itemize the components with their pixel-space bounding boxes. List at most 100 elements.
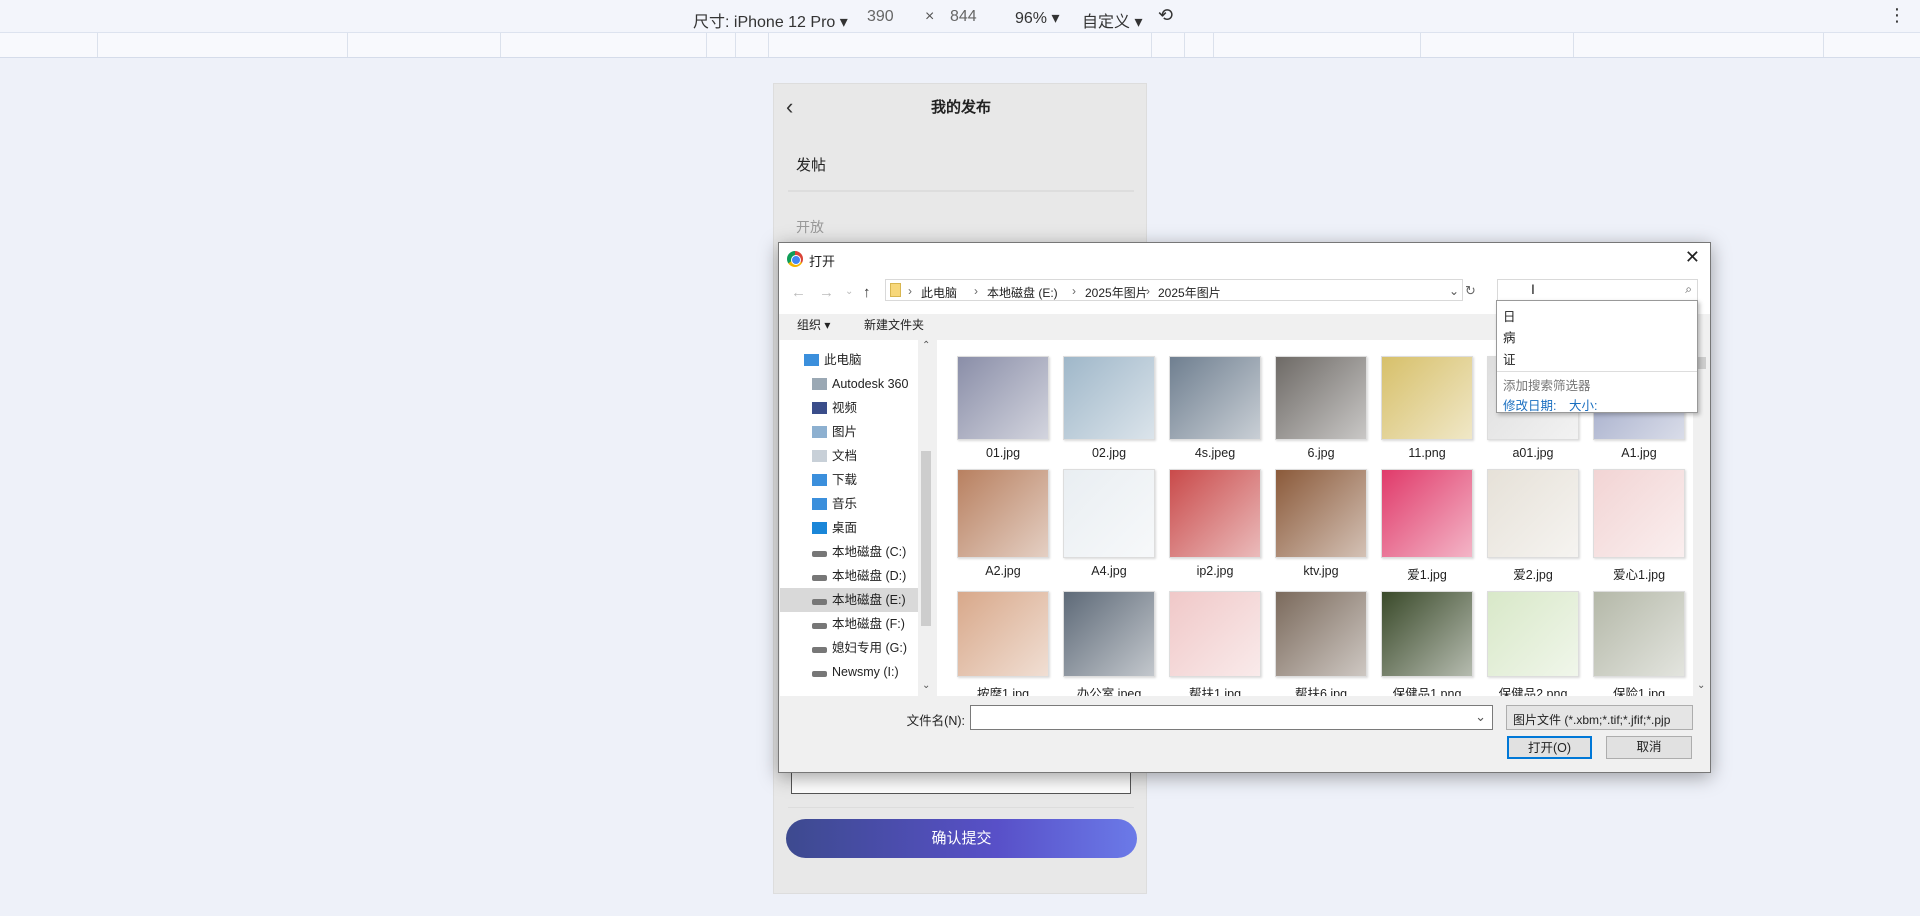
sidebar-item[interactable]: Newsmy (I:) <box>780 660 918 684</box>
filename-input[interactable]: ⌄ <box>970 705 1493 730</box>
sidebar-item[interactable]: 音乐 <box>780 492 918 516</box>
sidebar-item[interactable]: 文档 <box>780 444 918 468</box>
file-thumbnail <box>1381 591 1473 677</box>
file-item[interactable]: 办公室.jpeg <box>1059 591 1159 696</box>
sidebar-item[interactable]: 视频 <box>780 396 918 420</box>
recent-locations-icon[interactable]: ⌄ <box>845 286 853 297</box>
sidebar-item[interactable]: 本地磁盘 (C:) <box>780 540 918 564</box>
file-item[interactable]: 帮扶6.jpg <box>1271 591 1371 696</box>
file-item[interactable]: 保健品2.png <box>1483 591 1583 696</box>
search-suggestions: 日 病 证 添加搜索筛选器 修改日期: 大小: <box>1496 300 1698 413</box>
search-input[interactable]: I ⌕ <box>1497 279 1698 301</box>
breadcrumb-item[interactable]: 本地磁盘 (E:) <box>987 284 1058 301</box>
more-icon[interactable]: ⋮ <box>1888 5 1906 26</box>
post-type-label[interactable]: 发帖 <box>796 154 826 175</box>
file-name: 保险1.jpg <box>1612 687 1666 696</box>
scrollbar-thumb[interactable] <box>921 451 931 626</box>
chevron-down-icon[interactable]: ⌄ <box>1475 709 1486 725</box>
page-title: 我的发布 <box>930 99 991 116</box>
visibility-label[interactable]: 开放 <box>796 217 824 237</box>
file-type-select[interactable]: 图片文件 (*.xbm;*.tif;*.jfif;*.pjp <box>1506 705 1693 730</box>
sidebar-item[interactable]: Autodesk 360 <box>780 372 918 396</box>
refresh-icon[interactable]: ↻ <box>1465 283 1476 299</box>
breadcrumb-item[interactable]: 此电脑 <box>921 284 957 301</box>
sidebar-item[interactable]: 本地磁盘 (D:) <box>780 564 918 588</box>
computer-icon <box>804 354 819 366</box>
search-icon[interactable]: ⌕ <box>1685 282 1692 297</box>
file-name: 保健品2.png <box>1498 687 1568 696</box>
suggestion-item[interactable]: 病 <box>1503 327 1516 346</box>
drive-icon <box>812 647 827 653</box>
suggestion-item[interactable]: 证 <box>1503 349 1516 368</box>
file-name: 爱1.jpg <box>1407 568 1447 582</box>
filter-size-link[interactable]: 大小: <box>1569 395 1597 414</box>
file-name: 11.png <box>1408 446 1446 460</box>
file-item[interactable]: 6.jpg <box>1271 356 1371 460</box>
file-thumbnail <box>1275 591 1367 677</box>
address-bar[interactable]: › 此电脑 › 本地磁盘 (E:) › 2025年图片 › 2025年图片 ⌄ <box>885 279 1463 301</box>
file-item[interactable]: 爱心1.jpg <box>1589 469 1689 583</box>
file-thumbnail <box>1487 591 1579 677</box>
file-thumbnail <box>1063 591 1155 677</box>
cancel-button[interactable]: 取消 <box>1606 736 1692 759</box>
file-item[interactable]: A4.jpg <box>1059 469 1159 578</box>
file-item[interactable]: 4s.jpeg <box>1165 356 1265 460</box>
file-name: A2.jpg <box>985 564 1021 578</box>
file-item[interactable]: 按摩1.jpg <box>953 591 1053 696</box>
file-name: 01.jpg <box>985 446 1021 460</box>
file-item[interactable]: 保健品1.png <box>1377 591 1477 696</box>
file-item[interactable]: ip2.jpg <box>1165 469 1265 578</box>
device-select[interactable]: 尺寸: iPhone 12 Pro ▾ <box>693 8 848 32</box>
sidebar-item[interactable]: 图片 <box>780 420 918 444</box>
open-button[interactable]: 打开(O) <box>1507 736 1592 759</box>
sidebar-item-label: Newsmy (I:) <box>832 665 899 679</box>
submit-button[interactable]: 确认提交 <box>786 819 1137 858</box>
file-name: 帮扶6.jpg <box>1294 687 1348 696</box>
sidebar-scrollbar[interactable]: ⌃ ⌄ <box>918 340 934 696</box>
sidebar-item[interactable]: 此电脑 <box>780 348 918 372</box>
close-icon[interactable]: ✕ <box>1685 247 1700 268</box>
drive-icon <box>812 575 827 581</box>
drive-icon <box>812 671 827 677</box>
throttle-select[interactable]: 自定义 ▾ <box>1082 8 1142 32</box>
suggestion-item[interactable]: 日 <box>1503 306 1516 325</box>
new-folder-button[interactable]: 新建文件夹 <box>864 316 924 333</box>
cloud-icon <box>812 378 827 390</box>
forward-arrow-icon[interactable]: → <box>819 284 834 301</box>
file-item[interactable]: 帮扶1.jpg <box>1165 591 1265 696</box>
file-item[interactable]: 01.jpg <box>953 356 1053 460</box>
file-item[interactable]: 爱2.jpg <box>1483 469 1583 583</box>
file-item[interactable]: 保险1.jpg <box>1589 591 1689 696</box>
rotate-icon[interactable]: ⟲ <box>1158 5 1173 26</box>
breadcrumb-item[interactable]: 2025年图片 <box>1085 284 1148 301</box>
file-thumbnail <box>957 356 1049 440</box>
up-arrow-icon[interactable]: ↑ <box>863 284 871 301</box>
file-thumbnail <box>1169 356 1261 440</box>
height-input[interactable]: 844 <box>950 8 977 26</box>
file-thumbnail <box>1275 469 1367 558</box>
file-name: 办公室.jpeg <box>1076 687 1142 696</box>
sidebar-item[interactable]: 桌面 <box>780 516 918 540</box>
breadcrumb-item[interactable]: 2025年图片 <box>1158 284 1221 301</box>
file-item[interactable]: 爱1.jpg <box>1377 469 1477 583</box>
zoom-select[interactable]: 96% ▾ <box>1015 8 1060 28</box>
back-arrow-icon[interactable]: ← <box>791 284 806 301</box>
add-filter-label: 添加搜索筛选器 <box>1503 379 1591 393</box>
width-input[interactable]: 390 <box>867 8 894 26</box>
sidebar-item[interactable]: 媳妇专用 (G:) <box>780 636 918 660</box>
file-thumbnail <box>1169 469 1261 558</box>
file-thumbnail <box>1381 469 1473 558</box>
file-item[interactable]: ktv.jpg <box>1271 469 1371 578</box>
filter-date-link[interactable]: 修改日期: <box>1503 395 1556 414</box>
sidebar-item[interactable]: 本地磁盘 (F:) <box>780 612 918 636</box>
sidebar-item[interactable]: 下载 <box>780 468 918 492</box>
file-name: ip2.jpg <box>1196 564 1234 578</box>
file-item[interactable]: 11.png <box>1377 356 1477 460</box>
organize-menu[interactable]: 组织 ▾ <box>797 316 830 333</box>
media-query-bar[interactable] <box>0 33 1920 58</box>
file-name: 6.jpg <box>1307 446 1335 460</box>
file-item[interactable]: A2.jpg <box>953 469 1053 578</box>
sidebar-item[interactable]: 本地磁盘 (E:) <box>780 588 918 612</box>
chevron-down-icon[interactable]: ⌄ <box>1449 284 1459 298</box>
file-item[interactable]: 02.jpg <box>1059 356 1159 460</box>
